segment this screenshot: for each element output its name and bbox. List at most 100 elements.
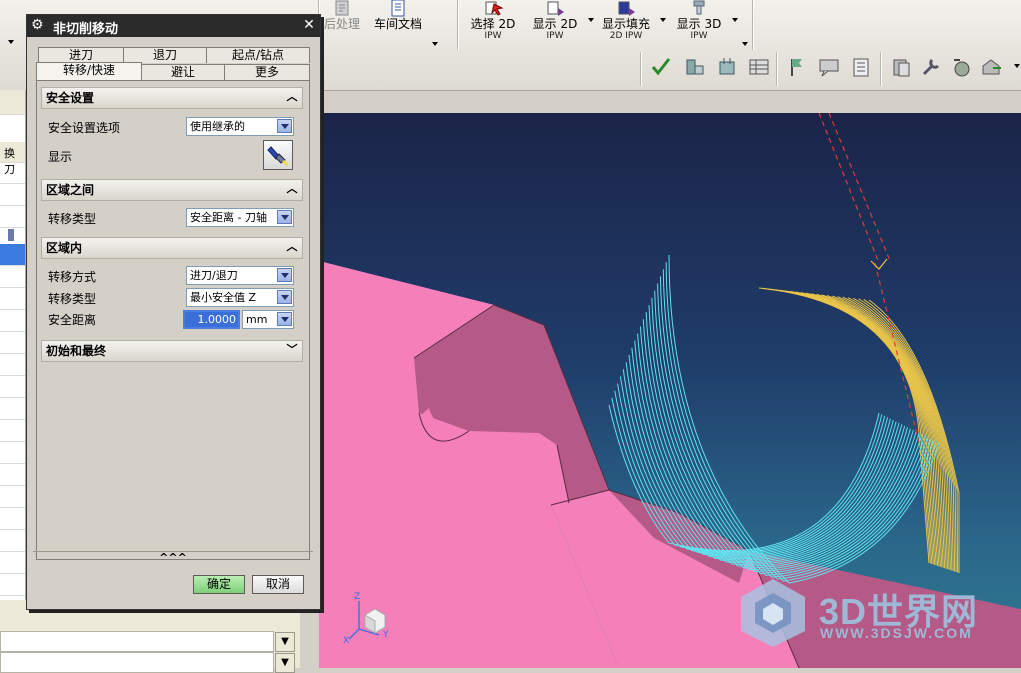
gauge-icon[interactable] bbox=[950, 56, 972, 78]
flag-icon[interactable] bbox=[786, 56, 808, 78]
flashlight-icon bbox=[267, 146, 289, 167]
list-item[interactable] bbox=[0, 184, 25, 206]
export-icon[interactable] bbox=[980, 56, 1002, 78]
toolpath-pass bbox=[758, 287, 930, 564]
postprocess-button[interactable]: 后处理 bbox=[318, 0, 366, 50]
gear-icon[interactable]: ⚙ bbox=[31, 17, 47, 33]
chevron-down-icon[interactable] bbox=[660, 18, 666, 22]
comment-icon[interactable] bbox=[818, 56, 840, 78]
within-transfer-type-label: 转移类型 bbox=[48, 292, 97, 306]
table-icon[interactable] bbox=[748, 56, 770, 78]
clipboard-icon[interactable] bbox=[890, 56, 912, 78]
display-2d-ipw-icon bbox=[544, 0, 566, 18]
collapse-button[interactable]: ^^^ bbox=[33, 551, 313, 564]
list-item[interactable] bbox=[0, 508, 25, 530]
select-2d-ipw-button[interactable]: 选择 2D IPW bbox=[466, 0, 520, 50]
tool-icon[interactable] bbox=[684, 56, 706, 78]
chevron-down-icon[interactable] bbox=[732, 18, 738, 22]
chevron-up-icon[interactable]: ︿ bbox=[285, 182, 299, 196]
list-item[interactable] bbox=[0, 464, 25, 486]
chevron-down-icon[interactable] bbox=[277, 312, 292, 326]
display-button[interactable] bbox=[263, 140, 293, 170]
list-item[interactable] bbox=[0, 398, 25, 420]
section-header-safety[interactable]: 安全设置 ︿ bbox=[41, 87, 303, 109]
cancel-button[interactable]: 取消 bbox=[252, 575, 304, 594]
tab-engage[interactable]: 进刀 bbox=[38, 47, 124, 63]
section-header-between-regions[interactable]: 区域之间 ︿ bbox=[41, 179, 303, 201]
toolpath bbox=[608, 254, 960, 584]
list-item[interactable] bbox=[0, 486, 25, 508]
list-item[interactable] bbox=[0, 574, 25, 596]
display-fill-2d-ipw-button[interactable]: 显示填充 2D IPW bbox=[598, 0, 654, 50]
dialog-titlebar[interactable]: ⚙ 非切削移动 ✕ bbox=[27, 15, 320, 37]
list-item[interactable] bbox=[0, 442, 25, 464]
rapid-move-path bbox=[818, 113, 920, 444]
chevron-down-icon[interactable] bbox=[277, 290, 292, 304]
list-item[interactable] bbox=[0, 206, 25, 228]
list-item[interactable] bbox=[0, 552, 25, 574]
chevron-down-icon[interactable] bbox=[277, 119, 292, 133]
geometry-icon[interactable] bbox=[716, 56, 738, 78]
ok-button[interactable]: 确定 bbox=[193, 575, 245, 594]
brand-logo-icon bbox=[741, 579, 805, 647]
tab-transfer-rapid[interactable]: 转移/快速 bbox=[36, 62, 142, 80]
shop-doc-button[interactable]: 车间文档 bbox=[368, 0, 428, 50]
list-item[interactable] bbox=[0, 266, 25, 288]
wrench-icon[interactable] bbox=[920, 56, 942, 78]
chevron-down-icon[interactable] bbox=[1014, 64, 1020, 68]
chevron-down-icon[interactable]: ▼ bbox=[275, 632, 295, 652]
display-label: 显示 bbox=[48, 150, 73, 164]
list-item[interactable] bbox=[0, 420, 25, 442]
chevron-down-icon[interactable] bbox=[742, 42, 748, 46]
shop-doc-icon bbox=[387, 0, 409, 18]
dialog-title: 非切削移动 bbox=[53, 22, 119, 37]
close-icon[interactable]: ✕ bbox=[301, 17, 317, 33]
chevron-down-icon[interactable]: ▼ bbox=[275, 653, 295, 673]
details-row[interactable]: ▼ bbox=[0, 652, 295, 673]
list-item[interactable] bbox=[0, 162, 25, 184]
postprocess-icon bbox=[331, 0, 353, 18]
list-icon[interactable] bbox=[850, 56, 872, 78]
list-item[interactable] bbox=[0, 288, 25, 310]
chevron-up-icon[interactable]: ︿ bbox=[285, 240, 299, 254]
safe-distance-unit-select[interactable]: mm bbox=[242, 310, 294, 329]
display-2d-ipw-button[interactable]: 显示 2D IPW bbox=[528, 0, 582, 50]
list-item-selected[interactable] bbox=[0, 244, 25, 266]
chevron-up-icon[interactable]: ︿ bbox=[285, 90, 299, 104]
list-item[interactable] bbox=[0, 354, 25, 376]
chevron-down-icon[interactable] bbox=[588, 18, 594, 22]
chevron-down-icon[interactable]: ﹀ bbox=[285, 343, 299, 357]
svg-text:X: X bbox=[343, 636, 349, 646]
transfer-method-label: 转移方式 bbox=[48, 270, 97, 284]
chevron-down-icon[interactable] bbox=[432, 42, 438, 46]
tab-start-drill-points[interactable]: 起点/钻点 bbox=[206, 47, 310, 63]
verify-icon[interactable] bbox=[650, 56, 672, 78]
list-item[interactable] bbox=[0, 332, 25, 354]
toolpath-pass bbox=[785, 290, 937, 566]
list-item[interactable] bbox=[0, 376, 25, 398]
toolpath-pass bbox=[779, 289, 936, 565]
navigator-header: 换刀 bbox=[0, 142, 25, 176]
safety-option-select[interactable]: 使用继承的 bbox=[186, 117, 294, 136]
watermark-url: WWW.3DSJW.COM bbox=[820, 625, 973, 641]
tab-panel: 安全设置 ︿ 安全设置选项 使用继承的 显示 区域之间 ︿ 转移类型 安全距离 … bbox=[36, 80, 310, 560]
transfer-method-select[interactable]: 进刀/退刀 bbox=[186, 266, 294, 285]
section-header-within-region[interactable]: 区域内 ︿ bbox=[41, 237, 303, 259]
list-item[interactable] bbox=[0, 310, 25, 332]
display-3d-ipw-button[interactable]: 显示 3D IPW bbox=[672, 0, 726, 50]
within-transfer-type-select[interactable]: 最小安全值 Z bbox=[186, 288, 294, 307]
tab-avoidance[interactable]: 避让 bbox=[141, 64, 225, 80]
chevron-down-icon[interactable] bbox=[8, 40, 14, 44]
graphics-viewport[interactable]: Z Y X 3D世界网 WWW.3DSJW.COM bbox=[319, 113, 1021, 668]
chevron-down-icon[interactable] bbox=[277, 210, 292, 224]
section-header-initial-final[interactable]: 初始和最终 ﹀ bbox=[41, 340, 303, 362]
safe-distance-input[interactable]: 1.0000 bbox=[183, 310, 240, 329]
select-2d-ipw-icon bbox=[482, 0, 504, 18]
between-transfer-type-label: 转移类型 bbox=[48, 212, 97, 226]
list-item[interactable] bbox=[0, 530, 25, 552]
tab-retract[interactable]: 退刀 bbox=[123, 47, 207, 63]
chevron-down-icon[interactable] bbox=[277, 268, 292, 282]
between-transfer-type-select[interactable]: 安全距离 - 刀轴 bbox=[186, 208, 294, 227]
details-row[interactable]: ▼ bbox=[0, 631, 295, 652]
tab-more[interactable]: 更多 bbox=[224, 64, 310, 80]
